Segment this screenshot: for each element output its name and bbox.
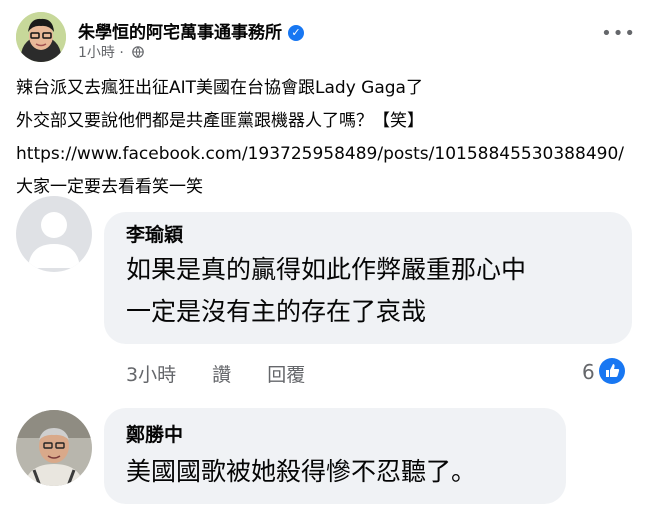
meta-separator: · bbox=[119, 45, 124, 61]
comment-actions: 3小時 讚 回覆 bbox=[126, 360, 335, 387]
comment-text-line: 一定是沒有主的存在了哀哉 bbox=[126, 297, 427, 326]
thumbs-up-icon bbox=[598, 358, 625, 384]
comment: 李瑜穎 如果是真的贏得如此作弊嚴重那心中 一定是沒有主的存在了哀哉 3小時 讚 … bbox=[16, 196, 646, 392]
comment-text-line: 美國國歌被她殺得慘不忍聽了。 bbox=[126, 457, 477, 486]
page-name-text[interactable]: 朱學恒的阿宅萬事通事務所 bbox=[78, 23, 282, 43]
comment-author[interactable]: 李瑜穎 bbox=[126, 220, 183, 247]
like-button[interactable]: 讚 bbox=[212, 364, 231, 386]
globe-icon bbox=[132, 46, 145, 58]
comment-bubble: 鄭勝中 美國國歌被她殺得慘不忍聽了。 bbox=[104, 408, 566, 504]
reply-button[interactable]: 回覆 bbox=[267, 364, 305, 386]
post-body: 辣台派又去瘋狂出征AIT美國在台協會跟Lady Gaga了 外交部又要說他們都是… bbox=[16, 72, 646, 204]
post-link[interactable]: https://www.facebook.com/193725958489/po… bbox=[16, 144, 624, 164]
reaction-count[interactable]: 6 bbox=[582, 358, 625, 384]
comment-text-line: 如果是真的贏得如此作弊嚴重那心中 bbox=[126, 255, 527, 284]
verified-badge-icon: ✓ bbox=[288, 25, 304, 41]
comment-bubble: 李瑜穎 如果是真的贏得如此作弊嚴重那心中 一定是沒有主的存在了哀哉 bbox=[104, 212, 632, 344]
like-count: 6 bbox=[582, 360, 595, 384]
post-header: 朱學恒的阿宅萬事通事務所 ✓ 1小時 · ••• bbox=[16, 12, 640, 66]
page-avatar[interactable] bbox=[16, 12, 66, 62]
comment-author[interactable]: 鄭勝中 bbox=[126, 420, 183, 447]
post-meta: 1小時 · bbox=[78, 42, 145, 62]
comment-time[interactable]: 3小時 bbox=[126, 364, 176, 386]
comment-avatar[interactable] bbox=[16, 410, 92, 486]
page-name[interactable]: 朱學恒的阿宅萬事通事務所 ✓ bbox=[78, 18, 304, 43]
post-line: 外交部又要說他們都是共產匪黨跟機器人了嗎？【笑】 bbox=[16, 111, 424, 131]
more-options-button[interactable]: ••• bbox=[601, 25, 636, 43]
post-line: 辣台派又去瘋狂出征AIT美國在台協會跟Lady Gaga了 bbox=[16, 78, 423, 98]
comment-avatar[interactable] bbox=[16, 196, 92, 272]
post-time[interactable]: 1小時 bbox=[78, 45, 115, 61]
comment: 鄭勝中 美國國歌被她殺得慘不忍聽了。 bbox=[16, 408, 646, 514]
